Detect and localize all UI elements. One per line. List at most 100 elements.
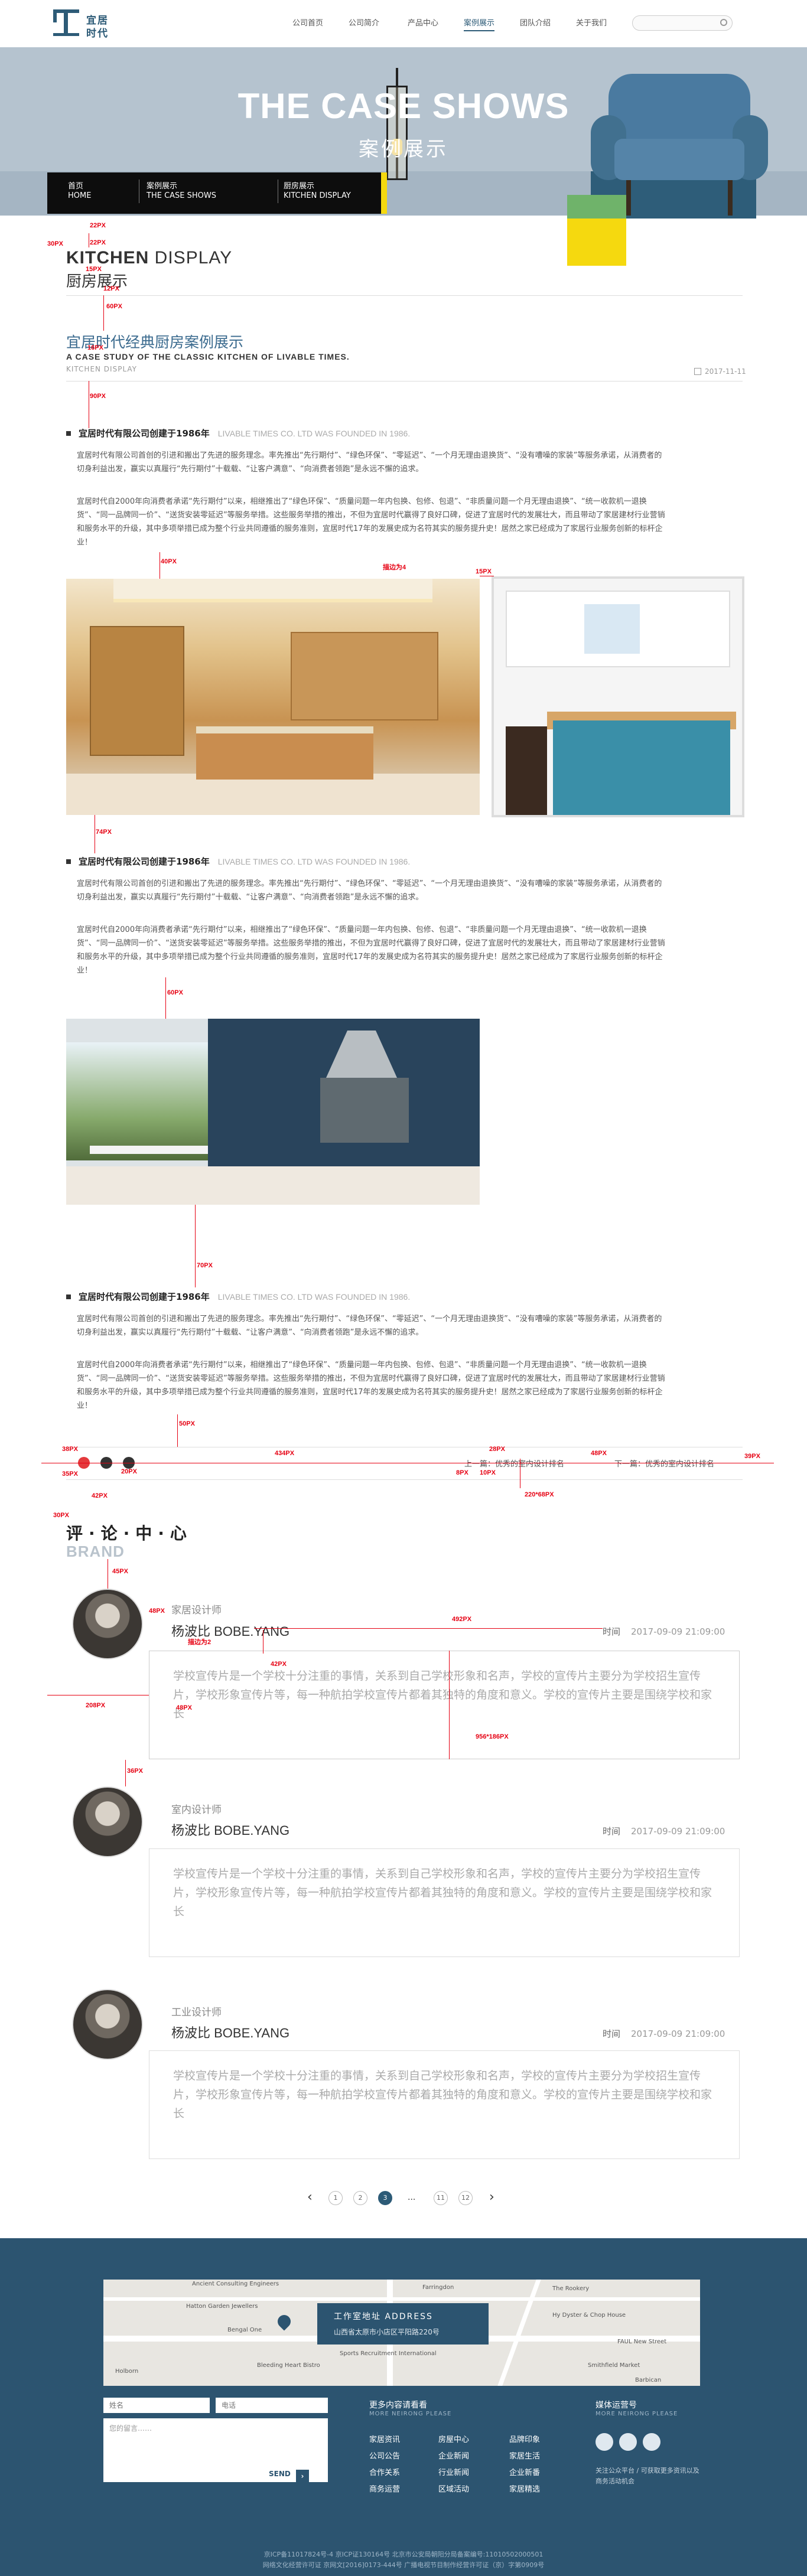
map-label: Bengal One [227,2327,262,2333]
comment-role: 家居设计师 [171,1605,222,1616]
nav-contact[interactable]: 关于我们 [576,17,607,28]
pager-page[interactable]: 12 [458,2191,473,2205]
pagination: ‹ 1 2 3 ... 11 12 › [0,2191,807,2209]
measure-label: 8PX [456,1469,468,1476]
name-field[interactable] [103,2398,210,2413]
location-map[interactable]: Farringdon The Rookery Hy Dyster & Chop … [103,2280,700,2386]
weibo-icon[interactable] [596,2433,613,2451]
search-icon[interactable] [720,19,727,26]
divider [66,1479,743,1480]
breadcrumb-accent [381,172,387,214]
breadcrumb-kitchen-cn: 厨房展示 [284,182,315,191]
measure-label: 36PX [127,1768,143,1775]
footer-link[interactable]: 合作关系 [369,2466,400,2477]
footer-col1-title: 更多内容请看看 [369,2401,427,2410]
comment-body: 学校宣传片是一个学校十分注重的事情，关系到自己学校形象和名声，学校的宣传片主要分… [149,2050,740,2159]
breadcrumb: 首页 HOME 案例展示 THE CASE SHOWS 厨房展示 KITCHEN DI… [47,172,387,214]
bullet-square [66,431,71,436]
kitchen-photo-wood [66,579,480,815]
address-text: 山西省太原市小店区平阳路220号 [334,2328,440,2336]
footer-link[interactable]: 公司公告 [369,2450,400,2461]
footer-link[interactable]: 商务运营 [369,2483,400,2494]
map-label: FAUL New Street [617,2339,667,2345]
footer-col2-note: 关注公众平台 / 可获取更多资讯以及商务活动机会 [596,2467,699,2485]
measure-line [254,1628,603,1629]
measure-label: 38PX [62,1446,78,1453]
measure-label: 42PX [271,1661,287,1668]
map-label: Farringdon [422,2284,454,2291]
nav-home[interactable]: 公司首页 [292,17,323,28]
footer-link[interactable]: 企业新番 [509,2466,540,2477]
nav-team[interactable]: 团队介绍 [520,17,551,28]
avatar [72,1786,143,1857]
footer-link[interactable]: 家居生活 [509,2450,540,2461]
nav-about[interactable]: 公司简介 [349,17,379,28]
arrow-icon: › [296,2470,309,2483]
footer-link[interactable]: 品牌印象 [509,2433,540,2444]
copyright-line-1: 京ICP备11017824号-4 京ICP证130164号 北京市公安局朝阳分局… [263,2551,544,2558]
comment-body: 学校宣传片是一个学校十分注重的事情，关系到自己学校形象和名声，学校的宣传片主要分… [149,1651,740,1759]
measure-label: 12PX [103,285,119,292]
breadcrumb-home-cn: 首页 [68,182,84,191]
comments-subtitle: BRAND [66,1543,125,1560]
measure-label: 28PX [489,1446,505,1453]
qq-icon[interactable] [643,2433,660,2451]
armchair-illustration [591,74,768,216]
footer-col1-sub: MORE NEIRONG PLEASE [369,2411,452,2417]
bullet-square [66,859,71,864]
measure-label: 30PX [47,240,63,247]
measure-label: 48PX [591,1450,607,1457]
measure-label: 42PX [92,1492,108,1499]
logo-mark-icon [53,9,79,36]
pager-page-current[interactable]: 3 [378,2191,392,2205]
block-paragraph: 宜居时代有限公司首创的引进和搬出了先进的服务理念。率先推出“先行期付”、“绿色环… [77,1315,662,1337]
measure-label: 35PX [62,1470,78,1478]
comment-time: 时间 2017-09-09 21:09:00 [603,2029,725,2039]
phone-field[interactable] [216,2398,328,2413]
measure-line [165,977,166,1019]
comment-role: 工业设计师 [171,2007,222,2019]
comments-title: 评·论·中·心 [66,1524,193,1543]
measure-label: 30PX [53,1512,69,1519]
nav-cases[interactable]: 案例展示 [464,17,495,31]
footer-link[interactable]: 房屋中心 [438,2433,469,2444]
site-footer: Farringdon The Rookery Hy Dyster & Chop … [0,2238,807,2576]
map-label: Holborn [115,2368,139,2375]
breadcrumb-kitchen-en: KITCHEN DISPLAY [284,191,351,200]
copyright-line-2: 网络文化经营许可证 京网文[2016]0173-444号 广播电视节目制作经营许… [262,2561,545,2569]
footer-link[interactable]: 家居精选 [509,2483,540,2494]
measure-label: 434PX [275,1450,295,1457]
map-label: The Rookery [552,2285,590,2292]
footer-link[interactable]: 家居资讯 [369,2433,400,2444]
pager-page[interactable]: 11 [434,2191,448,2205]
breadcrumb-cases[interactable]: 案例展示 THE CASE SHOWS [147,182,216,201]
address-title: 工作室地址 ADDRESS [334,2312,433,2321]
map-label: Ancient Consulting Engineers [192,2281,279,2287]
article-subtitle-2: KITCHEN DISPLAY [66,365,138,373]
calendar-icon [694,368,701,375]
nav-products[interactable]: 产品中心 [408,17,438,28]
map-label: Hatton Garden Jewellers [186,2303,258,2310]
footer-link[interactable]: 区域活动 [438,2483,469,2494]
pager-prev-button[interactable]: ‹ [307,2191,313,2204]
send-button[interactable]: SEND › [269,2470,316,2483]
breadcrumb-cases-cn: 案例展示 [147,182,178,191]
logo[interactable]: 宜居 时代 [52,7,129,40]
pager-next-button[interactable]: › [489,2191,494,2204]
search-input[interactable] [632,15,733,31]
footer-link[interactable]: 企业新闻 [438,2450,469,2461]
breadcrumb-kitchen[interactable]: 厨房展示 KITCHEN DISPLAY [284,182,351,201]
wechat-icon[interactable] [619,2433,637,2451]
block-heading: 宜居时代有限公司创建于1986年 LIVABLE TIMES CO. LTD WA… [79,1292,411,1302]
measure-label: 70PX [197,1262,213,1269]
logo-text-line2: 时代 [86,28,109,40]
measure-label: 90PX [90,393,106,400]
site-header: 宜居 时代 公司首页 公司简介 产品中心 案例展示 团队介绍 关于我们 [0,0,807,47]
pager-page[interactable]: 2 [353,2191,367,2205]
comment-username: 杨波比 BOBE.YANG [171,1823,290,1838]
footer-link[interactable]: 行业新闻 [438,2466,469,2477]
breadcrumb-home[interactable]: 首页 HOME [68,182,91,201]
pager-page[interactable]: 1 [328,2191,343,2205]
article-subtitle: A CASE STUDY OF THE CLASSIC KITCHEN OF L… [66,352,350,361]
comment-role: 室内设计师 [171,1804,222,1816]
